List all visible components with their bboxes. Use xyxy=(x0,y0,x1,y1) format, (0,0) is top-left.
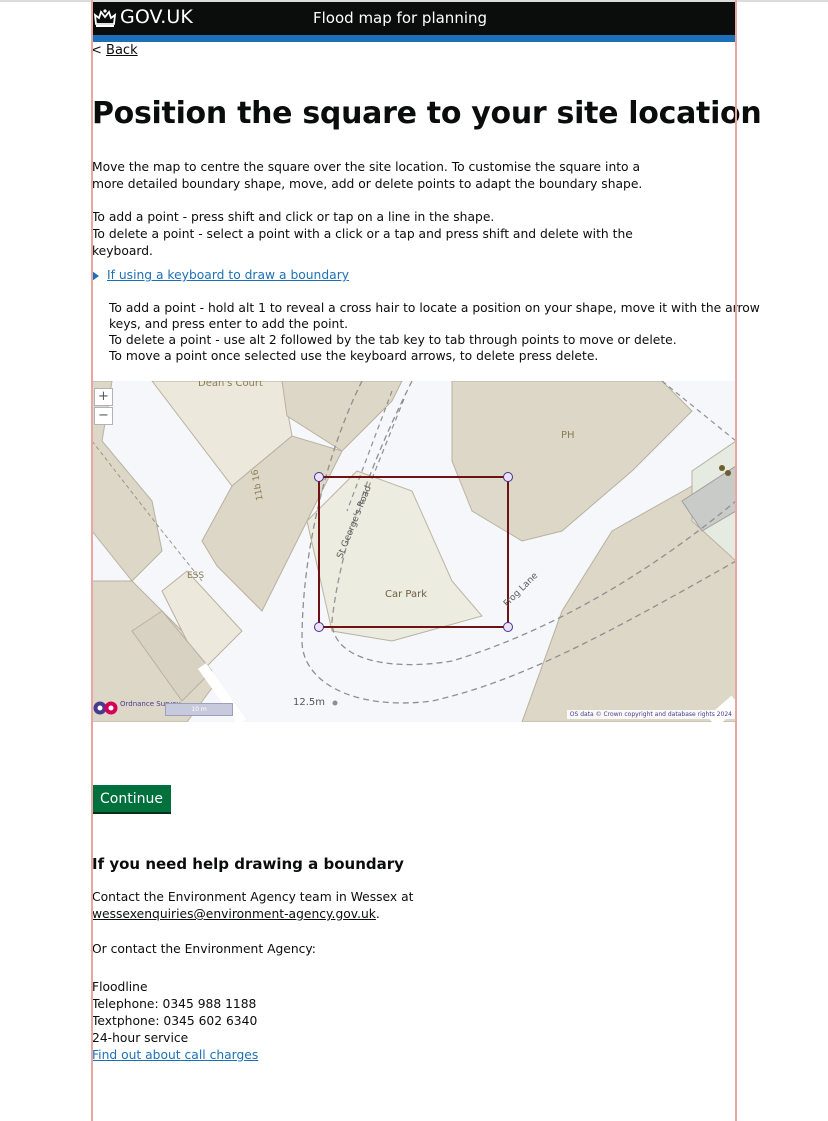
textphone-number: Textphone: 0345 602 6340 xyxy=(92,1014,258,1028)
call-charges-link[interactable]: Find out about call charges xyxy=(92,1047,258,1064)
contact-text: Contact the Environment Agency team in W… xyxy=(92,889,442,923)
email-suffix: . xyxy=(375,907,380,921)
service-name[interactable]: Flood map for planning xyxy=(313,9,487,27)
instructions: To add a point - press shift and click o… xyxy=(92,209,672,260)
kb-move-point: To move a point once selected use the ke… xyxy=(109,349,599,363)
zoom-in-button[interactable]: + xyxy=(94,388,113,406)
back-link[interactable]: Back xyxy=(106,43,138,58)
map-scale-bar: 10 m xyxy=(165,703,233,716)
keyboard-help-summary[interactable]: If using a keyboard to draw a boundary xyxy=(107,268,349,282)
header-accent-bar xyxy=(91,35,737,42)
floodline-title: Floodline xyxy=(92,980,148,994)
page-title: Position the square to your site locatio… xyxy=(92,96,762,131)
crown-icon xyxy=(93,9,117,27)
telephone-number: Telephone: 0345 988 1188 xyxy=(92,997,257,1011)
map-label-car-park: Car Park xyxy=(385,589,427,600)
map-scale-label: 12.5m xyxy=(293,697,326,708)
zoom-out-button[interactable]: − xyxy=(94,407,113,425)
disclosure-triangle-icon xyxy=(92,270,99,281)
kb-add-point: To add a point - hold alt 1 to reveal a … xyxy=(109,301,760,331)
map-label-ph: PH xyxy=(561,430,575,441)
intro-text: Move the map to centre the square over t… xyxy=(92,160,643,191)
or-contact-text: Or contact the Environment Agency: xyxy=(92,942,316,956)
govuk-logo-text[interactable]: GOV.UK xyxy=(120,6,193,28)
map-label-ess: ESS xyxy=(187,571,204,581)
boundary-map[interactable]: Dean's Court PH 11b 16 St George's Road … xyxy=(92,381,736,722)
email-link[interactable]: wessexenquiries@environment-agency.gov.u… xyxy=(92,907,376,921)
map-label-deans-court: Dean's Court xyxy=(198,381,263,389)
delete-point-instruction: To delete a point - select a point with … xyxy=(92,227,633,258)
continue-button[interactable]: Continue xyxy=(92,785,171,814)
keyboard-help-content: To add a point - hold alt 1 to reveal a … xyxy=(109,300,764,364)
layout-guide-left xyxy=(91,0,93,1121)
layout-guide-right xyxy=(735,0,737,1121)
kb-delete-point: To delete a point - use alt 2 followed b… xyxy=(109,333,677,347)
service-hours: 24-hour service xyxy=(92,1031,189,1045)
floodline-details: Floodline Telephone: 0345 988 1188 Textp… xyxy=(92,979,258,1064)
map-copyright: OS data © Crown copyright and database r… xyxy=(566,710,735,719)
map-canvas[interactable]: Dean's Court PH 11b 16 St George's Road … xyxy=(92,381,736,722)
contact-intro: Contact the Environment Agency team in W… xyxy=(92,890,414,904)
back-link-container: < Back xyxy=(91,43,138,58)
keyboard-help-toggle[interactable]: If using a keyboard to draw a boundary xyxy=(92,268,349,282)
add-point-instruction: To add a point - press shift and click o… xyxy=(92,210,495,224)
help-heading: If you need help drawing a boundary xyxy=(92,855,404,873)
ordnance-survey-logo-icon xyxy=(93,701,118,715)
header-bar: GOV.UK Flood map for planning xyxy=(91,2,737,35)
